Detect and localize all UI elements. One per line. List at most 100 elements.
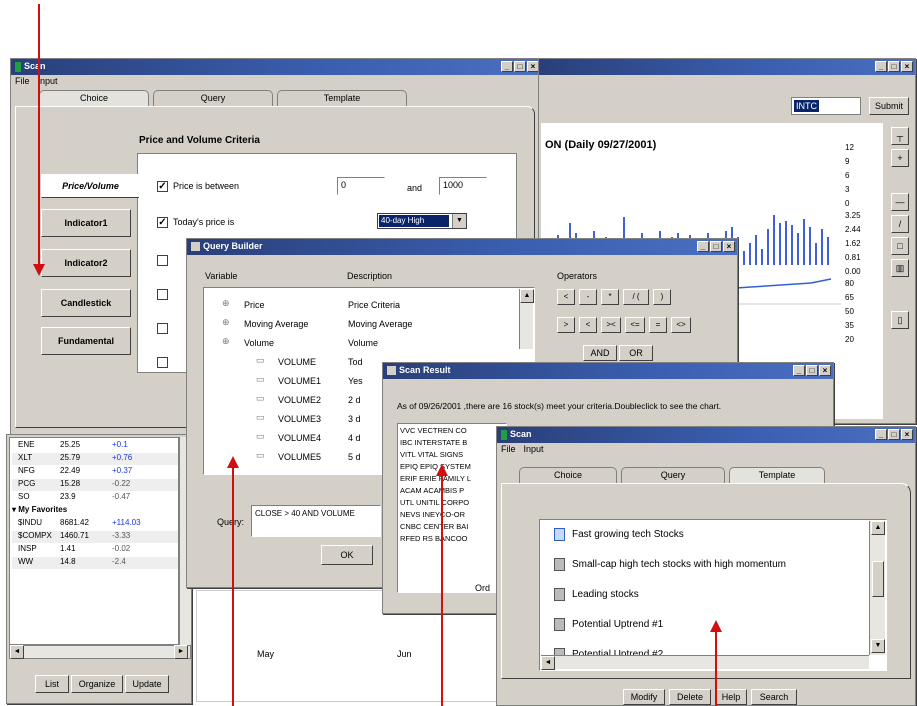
template-item[interactable]: Leading stocks bbox=[554, 588, 639, 601]
close-button[interactable]: × bbox=[901, 429, 913, 440]
tab-template[interactable]: Template bbox=[277, 90, 407, 107]
maximize-button[interactable]: □ bbox=[806, 365, 818, 376]
price-low-input[interactable]: 0 bbox=[337, 177, 385, 195]
help-button[interactable]: Help bbox=[715, 689, 747, 705]
rectangle-icon[interactable]: □ bbox=[891, 237, 909, 255]
tab-query[interactable]: Query bbox=[153, 90, 273, 107]
template-hscroll[interactable]: ◄ bbox=[541, 655, 869, 670]
tab-query[interactable]: Query bbox=[621, 467, 725, 484]
quote-row[interactable]: $COMPX 1460.71 -3.33 bbox=[12, 531, 178, 543]
quote-row[interactable]: $INDU 8681.42 +114.03 bbox=[12, 518, 178, 530]
trash-icon[interactable]: ▯ bbox=[891, 311, 909, 329]
result-list[interactable]: VVC VECTREN CO IBC INTERSTATE B VITL VITAL… bbox=[397, 423, 507, 593]
submit-button[interactable]: Submit bbox=[869, 97, 909, 115]
operator-button[interactable]: <= bbox=[625, 317, 645, 333]
maximize-button[interactable]: □ bbox=[888, 61, 900, 72]
result-item[interactable]: CNBC CENTER BAI bbox=[400, 522, 468, 531]
delete-button[interactable]: Delete bbox=[669, 689, 711, 705]
ok-button[interactable]: OK bbox=[321, 545, 373, 565]
organize-button[interactable]: Organize bbox=[71, 675, 123, 693]
price-between-checkbox[interactable]: ✓ bbox=[157, 181, 168, 193]
maximize-button[interactable]: □ bbox=[514, 61, 526, 72]
menu-file[interactable]: File bbox=[15, 76, 30, 88]
menu-input[interactable]: Input bbox=[524, 444, 544, 456]
category-indicator2[interactable]: Indicator2 bbox=[41, 249, 131, 277]
result-item[interactable]: UTL UNITIL CORPO bbox=[400, 498, 469, 507]
maximize-button[interactable]: □ bbox=[888, 429, 900, 440]
todays-price-checkbox[interactable]: ✓ bbox=[157, 217, 168, 229]
minimize-button[interactable]: _ bbox=[501, 61, 513, 72]
tree-scrollbar[interactable]: ▲ bbox=[519, 289, 534, 349]
query-input[interactable]: CLOSE > 40 AND VOLUME bbox=[251, 505, 381, 537]
quote-row[interactable]: WW 14.8 -2.4 bbox=[12, 557, 178, 569]
quote-row[interactable]: ENE 25.25 +0.1 bbox=[12, 440, 178, 452]
todays-price-select[interactable]: 40-day High ▼ bbox=[377, 213, 467, 229]
scroll-thumb[interactable] bbox=[872, 561, 884, 597]
minus-icon[interactable]: — bbox=[891, 193, 909, 211]
checkbox-6[interactable] bbox=[157, 357, 173, 368]
menu-input[interactable]: Input bbox=[38, 76, 58, 88]
minimize-button[interactable]: _ bbox=[875, 429, 887, 440]
operator-button[interactable]: < bbox=[557, 289, 575, 305]
variable-name[interactable]: VOLUME5 bbox=[278, 452, 321, 462]
scroll-right-icon[interactable]: ► bbox=[174, 645, 188, 659]
result-item[interactable]: ACAM ACAMBIS P bbox=[400, 486, 464, 495]
modify-button[interactable]: Modify bbox=[623, 689, 665, 705]
operator-button[interactable]: >< bbox=[601, 317, 621, 333]
operator-button[interactable]: * bbox=[601, 289, 619, 305]
category-fundamental[interactable]: Fundamental bbox=[41, 327, 131, 355]
maximize-button[interactable]: □ bbox=[710, 241, 722, 252]
quote-row[interactable]: NFG 22.49 +0.37 bbox=[12, 466, 178, 478]
minimize-button[interactable]: _ bbox=[875, 61, 887, 72]
category-indicator1[interactable]: Indicator1 bbox=[41, 209, 131, 237]
template-list[interactable]: Fast growing tech Stocks Small-cap high t… bbox=[539, 519, 887, 671]
scroll-down-icon[interactable]: ▼ bbox=[871, 639, 885, 653]
scroll-up-icon[interactable]: ▲ bbox=[871, 521, 885, 535]
list-button[interactable]: List bbox=[35, 675, 69, 693]
minimize-button[interactable]: _ bbox=[697, 241, 709, 252]
operator-button[interactable]: - bbox=[579, 289, 597, 305]
operator-button[interactable]: <> bbox=[671, 317, 691, 333]
close-button[interactable]: × bbox=[901, 61, 913, 72]
operator-button[interactable]: ) bbox=[653, 289, 671, 305]
result-item[interactable]: NEVS INEYCO-OR bbox=[400, 510, 465, 519]
result-item[interactable]: IBC INTERSTATE B bbox=[400, 438, 467, 447]
result-item[interactable]: VVC VECTREN CO bbox=[400, 426, 467, 435]
variable-name[interactable]: VOLUME2 bbox=[278, 395, 321, 405]
quote-row[interactable]: SO 23.9 -0.47 bbox=[12, 492, 178, 504]
or-button[interactable]: OR bbox=[619, 345, 653, 361]
operator-button[interactable]: / ( bbox=[623, 289, 649, 305]
horizontal-scrollbar[interactable]: ◄ ► bbox=[9, 645, 191, 659]
close-button[interactable]: × bbox=[819, 365, 831, 376]
tab-choice[interactable]: Choice bbox=[39, 90, 149, 107]
plus-icon[interactable]: + bbox=[891, 149, 909, 167]
quote-row[interactable]: INSP 1.41 -0.02 bbox=[12, 544, 178, 556]
template-item[interactable]: Small-cap high tech stocks with high mom… bbox=[554, 558, 786, 571]
checkbox-3[interactable] bbox=[157, 255, 173, 266]
scroll-left-icon[interactable]: ◄ bbox=[10, 645, 24, 659]
checkbox-5[interactable] bbox=[157, 323, 173, 334]
variable-name[interactable]: VOLUME3 bbox=[278, 414, 321, 424]
and-button[interactable]: AND bbox=[583, 345, 617, 361]
crosshair-icon[interactable]: ┬ bbox=[891, 127, 909, 145]
operator-button[interactable]: < bbox=[579, 317, 597, 333]
result-item[interactable]: VITL VITAL SIGNS bbox=[400, 450, 463, 459]
variable-name[interactable]: VOLUME bbox=[278, 357, 316, 367]
search-button[interactable]: Search bbox=[751, 689, 797, 705]
update-button[interactable]: Update bbox=[125, 675, 169, 693]
variable-name[interactable]: VOLUME4 bbox=[278, 433, 321, 443]
symbol-input[interactable]: INTC bbox=[791, 97, 861, 115]
close-button[interactable]: × bbox=[723, 241, 735, 252]
scroll-left-icon[interactable]: ◄ bbox=[541, 656, 555, 670]
quote-row[interactable]: XLT 25.79 +0.76 bbox=[12, 453, 178, 465]
operator-button[interactable]: > bbox=[557, 317, 575, 333]
variable-name[interactable]: VOLUME1 bbox=[278, 376, 321, 386]
draw-line-icon[interactable]: / bbox=[891, 215, 909, 233]
favorites-group[interactable]: ▾ My Favorites bbox=[12, 505, 67, 514]
price-high-input[interactable]: 1000 bbox=[439, 177, 487, 195]
category-candlestick[interactable]: Candlestick bbox=[41, 289, 131, 317]
minimize-button[interactable]: _ bbox=[793, 365, 805, 376]
scroll-up-icon[interactable]: ▲ bbox=[520, 289, 534, 303]
chevron-down-icon[interactable]: ▼ bbox=[452, 214, 466, 228]
template-scrollbar[interactable]: ▲ ▼ bbox=[869, 521, 885, 655]
